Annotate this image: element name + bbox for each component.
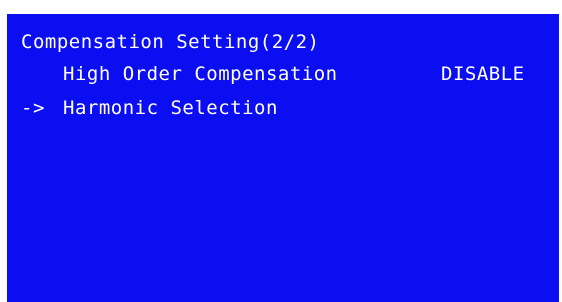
device-frame: Compensation Setting(2/2) High Order Com… (0, 0, 562, 302)
lcd-screen: Compensation Setting(2/2) High Order Com… (7, 14, 559, 302)
selection-cursor: -> (21, 97, 45, 119)
page-title: Compensation Setting(2/2) (21, 31, 320, 53)
menu-item-high-order-compensation[interactable]: High Order Compensation (63, 62, 338, 86)
menu-item-harmonic-selection[interactable]: Harmonic Selection (63, 96, 278, 120)
high-order-compensation-value[interactable]: DISABLE (441, 62, 525, 86)
